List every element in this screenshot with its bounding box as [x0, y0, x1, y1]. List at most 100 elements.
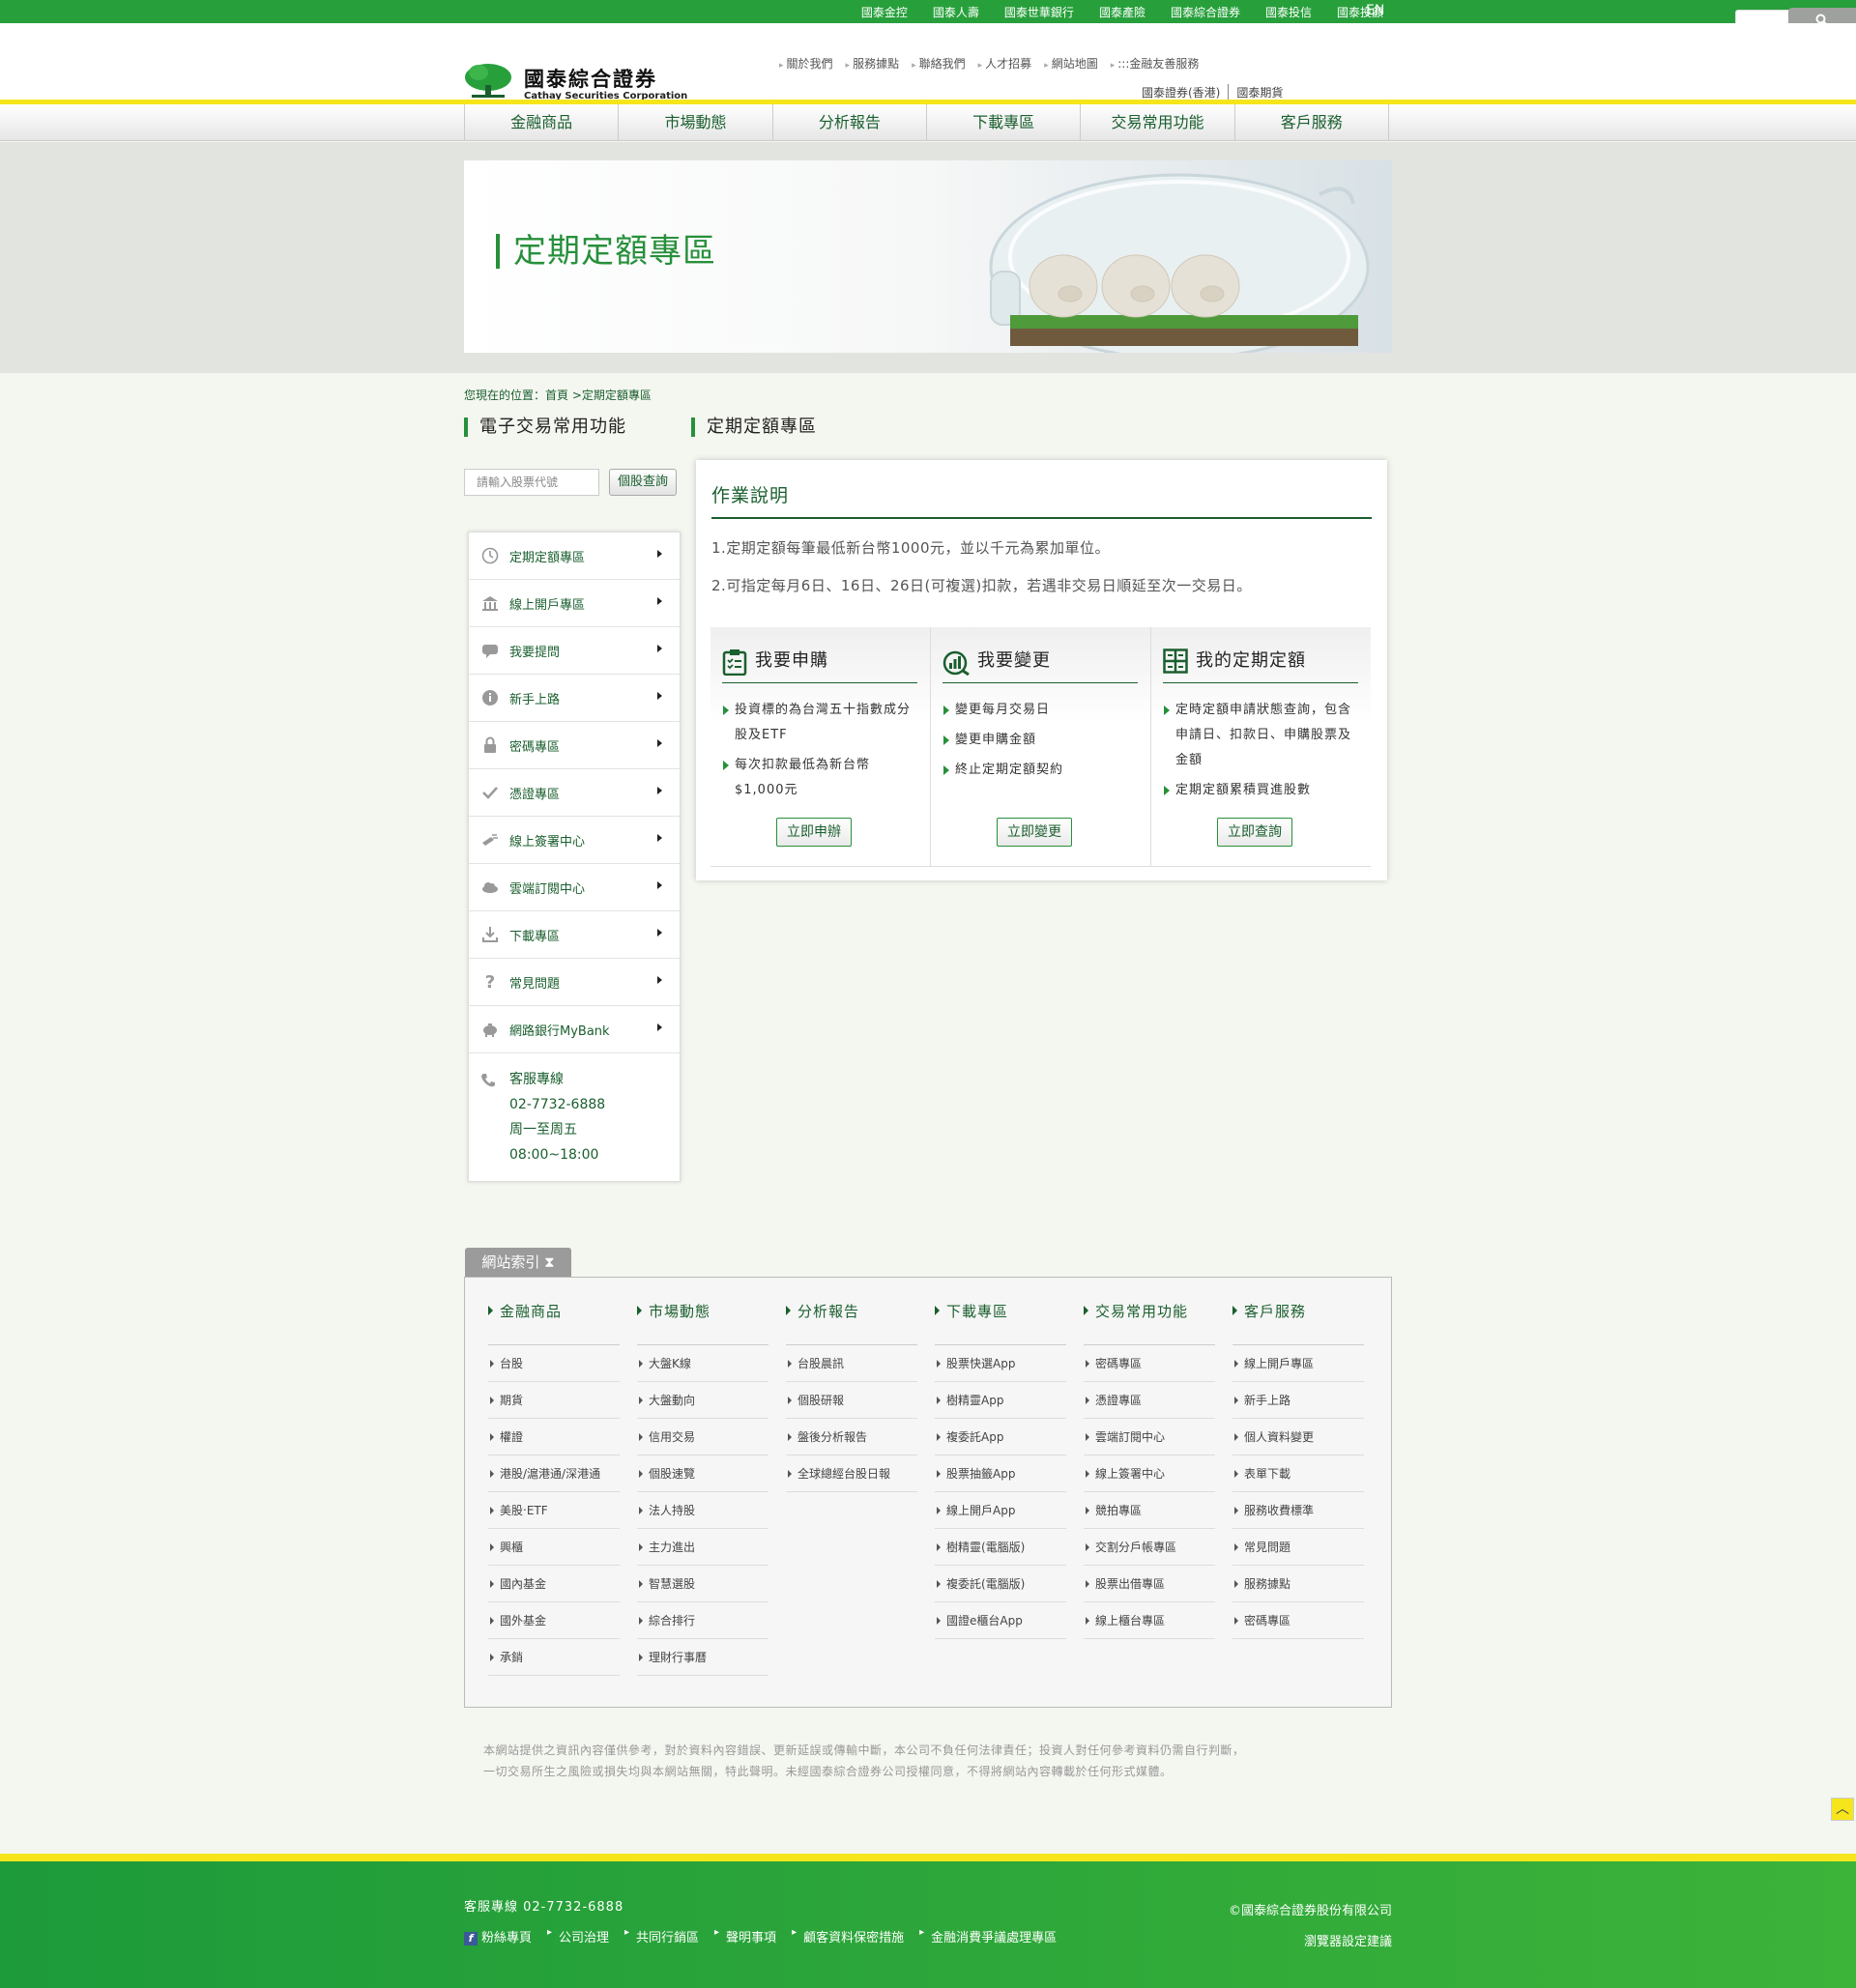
site-index-link[interactable]: 綜合排行: [637, 1602, 768, 1639]
util-link-sitemap[interactable]: 網站地圖: [1044, 55, 1098, 72]
site-index-link[interactable]: 國證e櫃台App: [935, 1602, 1066, 1639]
site-index-link[interactable]: 線上櫃台專區: [1084, 1602, 1215, 1639]
util-link-contact[interactable]: 聯絡我們: [912, 55, 966, 72]
contact-phone[interactable]: 02-7732-6888: [509, 1092, 605, 1117]
site-index-link[interactable]: 個股速覽: [637, 1455, 768, 1492]
site-index-link[interactable]: 服務收費標準: [1232, 1492, 1364, 1529]
site-index-heading[interactable]: 下載專區: [935, 1301, 1066, 1345]
group-link[interactable]: 國泰綜合證券: [1158, 4, 1253, 20]
breadcrumb[interactable]: 您現在的位置：首頁 >定期定額專區: [464, 387, 652, 403]
query-now-button[interactable]: 立即查詢: [1217, 818, 1292, 847]
side-item-beginner[interactable]: 新手上路: [469, 675, 680, 722]
site-index-link[interactable]: 服務據點: [1232, 1566, 1364, 1602]
nav-item-trading[interactable]: 交易常用功能: [1080, 104, 1233, 141]
site-index-link[interactable]: 個人資料變更: [1232, 1419, 1364, 1455]
site-index-link[interactable]: 承銷: [488, 1639, 620, 1676]
sub-link-hk[interactable]: 國泰證券(香港): [1134, 84, 1228, 101]
group-link[interactable]: 國泰產險: [1087, 4, 1158, 20]
side-item-mybank[interactable]: 網路銀行MyBank: [469, 1006, 680, 1053]
site-index-link[interactable]: 複委託(電腦版): [935, 1566, 1066, 1602]
site-index-link[interactable]: 理財行事曆: [637, 1639, 768, 1676]
browser-settings-link[interactable]: 瀏覽器設定建議: [1304, 1931, 1392, 1949]
site-index-link[interactable]: 股票抽籤App: [935, 1455, 1066, 1492]
language-en-link[interactable]: EN: [1366, 3, 1384, 18]
site-index-link[interactable]: 憑證專區: [1084, 1382, 1215, 1419]
site-index-link[interactable]: 全球總經台股日報: [786, 1455, 917, 1492]
site-index-link[interactable]: 美股‧ETF: [488, 1492, 620, 1529]
site-index-link[interactable]: 主力進出: [637, 1529, 768, 1566]
site-index-link[interactable]: 大盤動向: [637, 1382, 768, 1419]
site-index-heading[interactable]: 金融商品: [488, 1301, 620, 1345]
site-index-link[interactable]: 國內基金: [488, 1566, 620, 1602]
site-index-link[interactable]: 密碼專區: [1232, 1602, 1364, 1639]
back-to-top-button[interactable]: ︿: [1831, 1798, 1854, 1821]
footer-link[interactable]: 共同行銷區: [624, 1927, 699, 1945]
apply-now-button[interactable]: 立即申辦: [776, 818, 852, 847]
side-item-online-account[interactable]: 線上開戶專區: [469, 580, 680, 627]
util-link-careers[interactable]: 人才招募: [978, 55, 1031, 72]
side-item-faq[interactable]: ? 常見問題: [469, 959, 680, 1006]
footer-link[interactable]: 聲明事項: [714, 1927, 776, 1945]
site-index-link[interactable]: 線上開戶App: [935, 1492, 1066, 1529]
nav-item-reports[interactable]: 分析報告: [771, 104, 926, 141]
site-index-link[interactable]: 興櫃: [488, 1529, 620, 1566]
site-index-link[interactable]: 樹精靈(電腦版): [935, 1529, 1066, 1566]
site-index-heading[interactable]: 市場動態: [637, 1301, 768, 1345]
change-now-button[interactable]: 立即變更: [997, 818, 1072, 847]
group-link[interactable]: 國泰世華銀行: [992, 4, 1087, 20]
footer-link[interactable]: 金融消費爭議處理專區: [919, 1927, 1057, 1945]
site-index-link[interactable]: 雲端訂閱中心: [1084, 1419, 1215, 1455]
side-item-certificate[interactable]: 憑證專區: [469, 769, 680, 817]
site-index-link[interactable]: 線上簽署中心: [1084, 1455, 1215, 1492]
site-index-link[interactable]: 競拍專區: [1084, 1492, 1215, 1529]
site-index-link[interactable]: 股票快選App: [935, 1345, 1066, 1382]
footer-link[interactable]: 顧客資料保密措施: [792, 1927, 904, 1945]
util-link-accessibility[interactable]: :::金融友善服務: [1111, 55, 1199, 72]
stock-code-input[interactable]: 請輸入股票代號: [464, 469, 599, 496]
side-item-ask[interactable]: 我要提問: [469, 627, 680, 675]
site-index-link[interactable]: 港股/滬港通/深港通: [488, 1455, 620, 1492]
site-index-tab[interactable]: 網站索引 ⧗: [465, 1248, 571, 1277]
site-index-link[interactable]: 線上開戶專區: [1232, 1345, 1364, 1382]
site-index-link[interactable]: 樹精靈App: [935, 1382, 1066, 1419]
site-index-link[interactable]: 盤後分析報告: [786, 1419, 917, 1455]
side-item-password[interactable]: 密碼專區: [469, 722, 680, 769]
site-index-link[interactable]: 常見問題: [1232, 1529, 1364, 1566]
site-index-link[interactable]: 個股研報: [786, 1382, 917, 1419]
site-index-link[interactable]: 表單下載: [1232, 1455, 1364, 1492]
side-item-dca[interactable]: 定期定額專區: [469, 533, 680, 580]
group-link[interactable]: 國泰金控: [849, 4, 920, 20]
site-index-link[interactable]: 密碼專區: [1084, 1345, 1215, 1382]
nav-item-service[interactable]: 客戶服務: [1233, 104, 1389, 141]
side-item-esign[interactable]: 線上簽署中心: [469, 817, 680, 864]
util-link-branches[interactable]: 服務據點: [846, 55, 899, 72]
site-index-link[interactable]: 股票出借專區: [1084, 1566, 1215, 1602]
site-index-heading[interactable]: 交易常用功能: [1084, 1301, 1215, 1345]
footer-link-facebook[interactable]: f 粉絲專頁: [464, 1927, 532, 1945]
group-link[interactable]: 國泰人壽: [920, 4, 992, 20]
site-index-link[interactable]: 交割分戶帳專區: [1084, 1529, 1215, 1566]
nav-item-downloads[interactable]: 下載專區: [925, 104, 1080, 141]
logo-tree-icon[interactable]: [464, 62, 512, 101]
site-index-link[interactable]: 信用交易: [637, 1419, 768, 1455]
nav-item-products[interactable]: 金融商品: [464, 104, 618, 141]
group-link[interactable]: 國泰投顧: [1324, 4, 1396, 20]
side-item-download[interactable]: 下載專區: [469, 911, 680, 959]
site-index-heading[interactable]: 客戶服務: [1232, 1301, 1364, 1345]
sub-link-futures[interactable]: 國泰期貨: [1228, 84, 1290, 101]
nav-item-market[interactable]: 市場動態: [618, 104, 771, 141]
site-index-link[interactable]: 大盤K線: [637, 1345, 768, 1382]
logo-text-zh[interactable]: 國泰綜合證券: [524, 64, 657, 93]
site-index-link[interactable]: 複委託App: [935, 1419, 1066, 1455]
site-index-heading[interactable]: 分析報告: [786, 1301, 917, 1345]
util-link-about[interactable]: 關於我們: [779, 55, 833, 72]
side-item-cloud[interactable]: 雲端訂閱中心: [469, 864, 680, 911]
site-index-link[interactable]: 新手上路: [1232, 1382, 1364, 1419]
site-index-link[interactable]: 法人持股: [637, 1492, 768, 1529]
site-index-link[interactable]: 國外基金: [488, 1602, 620, 1639]
site-index-link[interactable]: 台股晨訊: [786, 1345, 917, 1382]
site-index-link[interactable]: 期貨: [488, 1382, 620, 1419]
site-index-link[interactable]: 台股: [488, 1345, 620, 1382]
site-index-link[interactable]: 智慧選股: [637, 1566, 768, 1602]
footer-link[interactable]: 公司治理: [547, 1927, 609, 1945]
